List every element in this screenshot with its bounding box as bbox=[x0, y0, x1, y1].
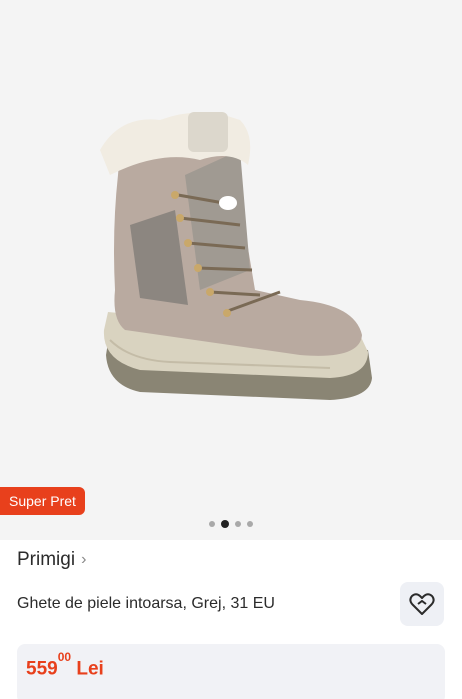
gallery-pagination bbox=[0, 520, 462, 528]
pagination-dot[interactable] bbox=[209, 521, 215, 527]
price-decimals: 00 bbox=[57, 650, 72, 664]
chevron-right-icon: › bbox=[81, 551, 87, 568]
favorite-button[interactable] bbox=[400, 582, 444, 626]
price-currency: Lei bbox=[76, 658, 104, 680]
pagination-dot[interactable] bbox=[247, 521, 253, 527]
brand-name: Primigi bbox=[17, 549, 76, 570]
price-integer: 559 bbox=[26, 658, 58, 680]
product-title: Ghete de piele intoarsa, Grej, 31 EU bbox=[17, 595, 275, 612]
price: 55900 Lei bbox=[26, 650, 104, 680]
brand-link[interactable]: Primigi › bbox=[17, 549, 86, 571]
pagination-dot[interactable] bbox=[235, 521, 241, 527]
pagination-dot-active[interactable] bbox=[221, 520, 229, 528]
product-image bbox=[100, 112, 372, 400]
super-pret-badge: Super Pret bbox=[0, 487, 85, 515]
price-panel: 55900 Lei bbox=[17, 644, 445, 699]
heart-icon bbox=[409, 593, 435, 615]
product-image-gallery[interactable]: Super Pret bbox=[0, 0, 462, 540]
